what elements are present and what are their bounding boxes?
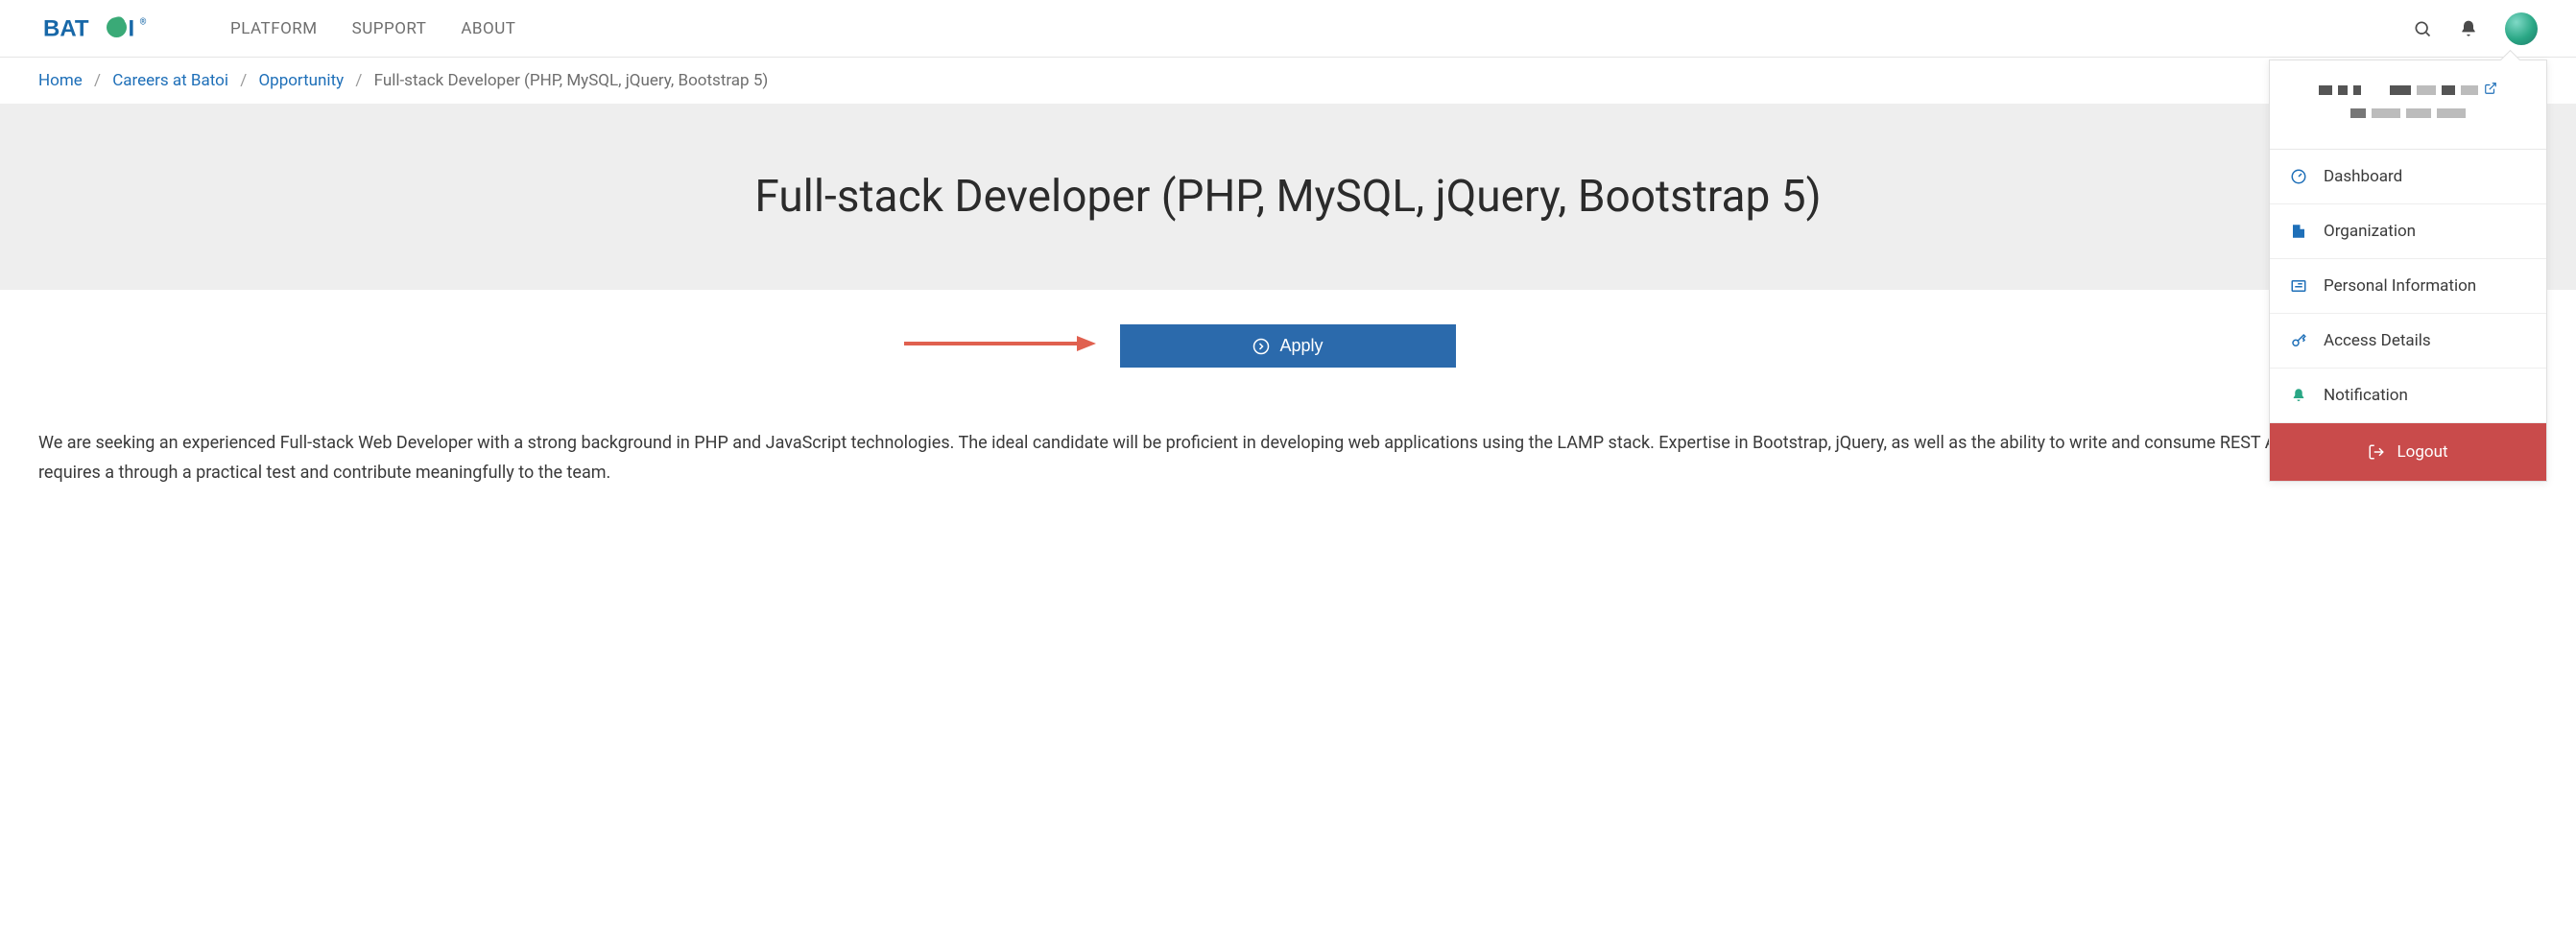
dropdown-organization-label: Organization [2324,222,2416,241]
logo[interactable]: BAT I ® [38,14,192,43]
apply-button-label: Apply [1279,336,1323,356]
topbar: BAT I ® PLATFORM SUPPORT ABOUT [0,0,2576,58]
breadcrumb-home[interactable]: Home [38,71,83,90]
breadcrumb-sep: / [94,71,101,90]
avatar[interactable] [2505,12,2538,45]
building-icon [2289,223,2308,240]
dropdown-access[interactable]: Access Details [2270,314,2546,369]
breadcrumb: Home / Careers at Batoi / Opportunity / … [0,58,2576,104]
dropdown-organization[interactable]: Organization [2270,204,2546,259]
hero: Full-stack Developer (PHP, MySQL, jQuery… [0,104,2576,290]
logout-icon [2368,443,2385,461]
breadcrumb-opportunity[interactable]: Opportunity [258,71,344,90]
bell-icon[interactable] [2459,19,2478,38]
breadcrumb-sep: / [240,71,247,90]
gauge-icon [2289,168,2308,185]
key-icon [2289,332,2308,349]
dropdown-personal[interactable]: Personal Information [2270,259,2546,314]
dropdown-access-label: Access Details [2324,331,2431,350]
breadcrumb-sep: / [355,71,362,90]
apply-button[interactable]: Apply [1120,324,1456,368]
apply-row: Apply [0,290,2576,391]
nav-about[interactable]: ABOUT [461,19,515,38]
svg-text:I: I [129,15,135,41]
user-dropdown: Dashboard Organization Personal Informat… [2269,60,2547,482]
logout-label: Logout [2397,442,2447,462]
external-link-icon[interactable] [2484,82,2497,99]
svg-text:®: ® [140,17,147,27]
dropdown-header [2270,60,2546,150]
logout-button[interactable]: Logout [2270,423,2546,481]
arrow-right-circle-icon [1252,338,1270,355]
svg-text:BAT: BAT [43,15,89,41]
breadcrumb-current: Full-stack Developer (PHP, MySQL, jQuery… [374,71,769,90]
dropdown-dashboard-label: Dashboard [2324,167,2402,186]
annotation-arrow [904,332,1096,355]
nav-platform[interactable]: PLATFORM [230,19,318,38]
job-description-paragraph: We are seeking an experienced Full-stack… [38,429,2538,488]
nav-support[interactable]: SUPPORT [352,19,427,38]
main-nav: PLATFORM SUPPORT ABOUT [230,19,515,38]
dropdown-personal-label: Personal Information [2324,276,2476,296]
dropdown-notification-label: Notification [2324,386,2408,405]
search-icon[interactable] [2413,19,2432,38]
id-card-icon [2289,277,2308,295]
breadcrumb-careers[interactable]: Careers at Batoi [112,71,228,90]
bell-small-icon [2289,387,2308,404]
dropdown-dashboard[interactable]: Dashboard [2270,150,2546,204]
redacted-sub-row [2287,108,2529,118]
page-title: Full-stack Developer (PHP, MySQL, jQuery… [38,171,2538,223]
job-description: We are seeking an experienced Full-stack… [0,391,2576,526]
dropdown-notification[interactable]: Notification [2270,369,2546,423]
redacted-name-row [2287,82,2529,99]
